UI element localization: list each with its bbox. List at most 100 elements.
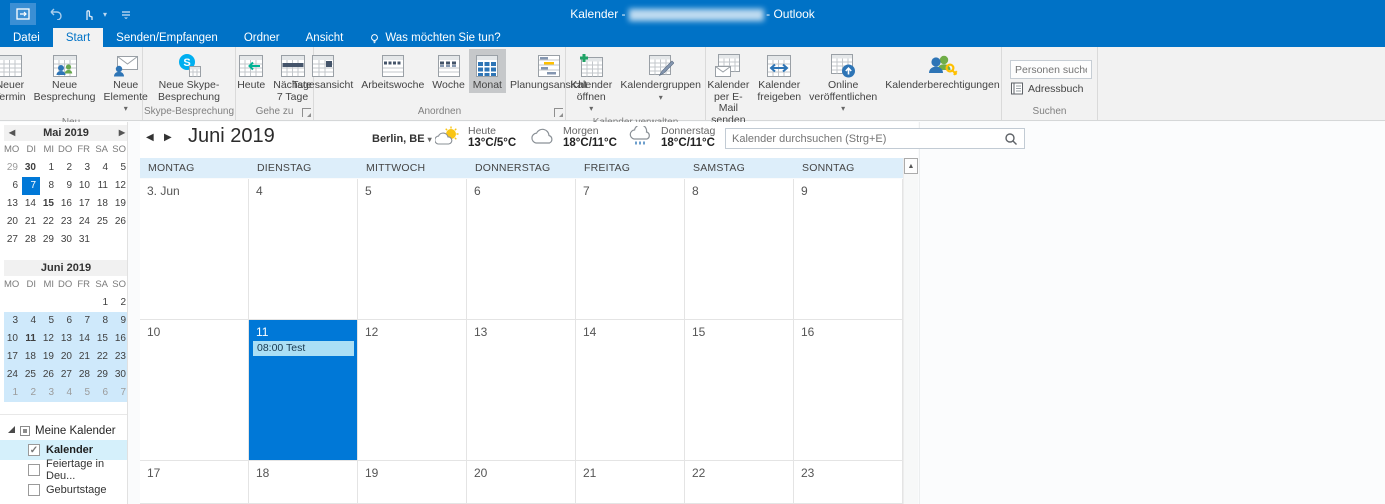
mini-day-cell[interactable] [112, 231, 128, 249]
arbeitswoche-button[interactable]: Arbeitswoche [357, 49, 428, 93]
neuer-termin-button[interactable]: Neuer Termin [0, 49, 30, 104]
mini-day-cell[interactable]: 4 [22, 312, 40, 330]
mini-day-cell[interactable] [4, 294, 22, 312]
tab-ordner[interactable]: Ordner [231, 28, 293, 47]
kalenderberechtigungen-button[interactable]: Kalenderberechtigungen [881, 49, 1003, 93]
mini-day-cell[interactable]: 6 [58, 312, 76, 330]
customize-qat-icon[interactable] [113, 3, 139, 25]
mini-day-cell[interactable] [58, 294, 76, 312]
mini-day-cell[interactable]: 7 [22, 177, 40, 195]
day-cell[interactable]: 12 [358, 320, 467, 461]
tagesansicht-button[interactable]: Tagesansicht [288, 49, 357, 93]
mini-day-cell[interactable]: 20 [4, 213, 22, 231]
mini-day-cell[interactable]: 5 [76, 384, 94, 402]
mini-day-cell[interactable]: 3 [40, 384, 58, 402]
mini-day-cell[interactable]: 26 [40, 366, 58, 384]
mini-day-cell[interactable]: 6 [4, 177, 22, 195]
mini-day-cell[interactable] [76, 294, 94, 312]
day-cell[interactable]: 10 [140, 320, 249, 461]
event-chip[interactable]: 08:00 Test [253, 341, 354, 356]
mini-day-cell[interactable]: 28 [76, 366, 94, 384]
mini-day-cell[interactable]: 19 [40, 348, 58, 366]
mini-day-cell[interactable]: 17 [4, 348, 22, 366]
mini-day-cell[interactable]: 3 [4, 312, 22, 330]
mini-day-cell[interactable]: 10 [4, 330, 22, 348]
checkbox-checked-icon[interactable] [28, 444, 40, 456]
day-cell[interactable]: 18 [249, 461, 358, 504]
mini-day-cell[interactable]: 26 [112, 213, 128, 231]
calendar-item-kalender[interactable]: Kalender [0, 440, 128, 460]
next-month-icon[interactable]: ▶ [119, 125, 125, 141]
tab-datei[interactable]: Datei [0, 28, 53, 47]
mini-day-cell[interactable]: 30 [112, 366, 128, 384]
mini-day-cell[interactable]: 27 [4, 231, 22, 249]
kalender-per-email-senden-button[interactable]: Kalender per E-Mail senden [703, 49, 753, 127]
mini-day-cell[interactable]: 25 [22, 366, 40, 384]
mini-day-cell[interactable]: 14 [76, 330, 94, 348]
mini-day-cell[interactable] [22, 294, 40, 312]
day-cell[interactable]: 23 [794, 461, 903, 504]
mini-day-cell[interactable]: 3 [76, 159, 94, 177]
checkbox-icon[interactable] [28, 464, 40, 476]
checkbox-icon[interactable] [28, 484, 40, 496]
adressbuch-button[interactable]: Adressbuch [1010, 82, 1083, 95]
mini-day-cell[interactable]: 24 [4, 366, 22, 384]
kalendergruppen-button[interactable]: Kalendergruppen▾ [616, 49, 705, 104]
mini-day-cell[interactable]: 4 [58, 384, 76, 402]
day-cell[interactable]: 8 [685, 179, 794, 320]
mini-day-cell[interactable]: 2 [22, 384, 40, 402]
mini-day-cell[interactable]: 9 [112, 312, 128, 330]
mini-day-cell[interactable]: 24 [76, 213, 94, 231]
mini-day-cell[interactable]: 2 [58, 159, 76, 177]
mini-day-cell[interactable]: 13 [4, 195, 22, 213]
day-cell[interactable]: 19 [358, 461, 467, 504]
neue-skype-besprechung-button[interactable]: S Neue Skype-Besprechung [143, 49, 235, 104]
day-cell[interactable]: 3. Jun [140, 179, 249, 320]
mini-day-cell[interactable]: 28 [22, 231, 40, 249]
mini-day-cell[interactable]: 1 [4, 384, 22, 402]
mini-day-cell[interactable]: 17 [76, 195, 94, 213]
next-month-arrow-icon[interactable]: ▶ [164, 132, 172, 143]
mini-day-cell[interactable]: 2 [112, 294, 128, 312]
online-veroeffentlichen-button[interactable]: Online veröffentlichen ▾ [805, 49, 881, 116]
calendar-item-geburtstage[interactable]: Geburtstage [0, 480, 128, 500]
day-cell[interactable]: 5 [358, 179, 467, 320]
mini-day-cell[interactable]: 21 [76, 348, 94, 366]
send-receive-icon[interactable] [10, 3, 36, 25]
mini-day-cell[interactable]: 27 [58, 366, 76, 384]
mini-day-cell[interactable]: 13 [58, 330, 76, 348]
mini-day-cell[interactable]: 12 [112, 177, 128, 195]
day-cell[interactable]: 17 [140, 461, 249, 504]
mini-day-cell[interactable] [94, 231, 112, 249]
woche-button[interactable]: Woche [428, 49, 469, 93]
weather-location[interactable]: Berlin, BE▾ [372, 133, 432, 145]
mini-day-cell[interactable]: 23 [58, 213, 76, 231]
expand-triangle-icon[interactable] [8, 426, 15, 433]
vertical-scrollbar[interactable]: ▲ [903, 158, 918, 504]
day-cell[interactable]: 6 [467, 179, 576, 320]
heute-button[interactable]: Heute [233, 49, 269, 93]
mini-day-cell[interactable]: 29 [94, 366, 112, 384]
tab-senden-empfangen[interactable]: Senden/Empfangen [103, 28, 231, 47]
day-cell[interactable]: 4 [249, 179, 358, 320]
mini-day-cell[interactable]: 20 [58, 348, 76, 366]
mini-day-cell[interactable]: 10 [76, 177, 94, 195]
mini-day-cell[interactable]: 19 [112, 195, 128, 213]
tab-ansicht[interactable]: Ansicht [293, 28, 357, 47]
mini-day-cell[interactable]: 7 [76, 312, 94, 330]
my-calendars-header[interactable]: Meine Kalender [0, 421, 128, 440]
kalender-oeffnen-button[interactable]: Kalender öffnen▾ [566, 49, 616, 116]
mini-day-cell[interactable]: 22 [94, 348, 112, 366]
mini-day-cell[interactable]: 7 [112, 384, 128, 402]
mini-day-cell[interactable]: 16 [112, 330, 128, 348]
prev-month-icon[interactable]: ◀ [9, 125, 15, 141]
mini-day-cell[interactable] [40, 294, 58, 312]
day-cell[interactable]: 13 [467, 320, 576, 461]
mini-day-cell[interactable]: 5 [40, 312, 58, 330]
search-icon[interactable] [1004, 132, 1018, 146]
day-cell[interactable]: 20 [467, 461, 576, 504]
scroll-up-icon[interactable]: ▲ [904, 158, 918, 174]
mini-day-cell[interactable]: 18 [22, 348, 40, 366]
mini-day-cell[interactable]: 30 [58, 231, 76, 249]
touch-mode-caret-icon[interactable]: ▾ [103, 10, 107, 19]
